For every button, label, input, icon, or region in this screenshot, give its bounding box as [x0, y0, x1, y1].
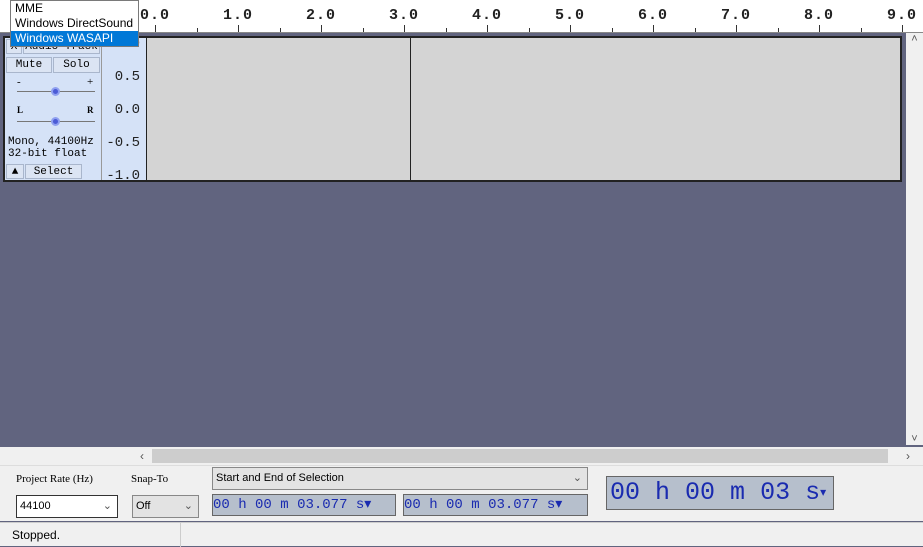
- amplitude-scale: 1.00.50.0-0.5-1.0: [102, 36, 147, 184]
- ruler-tick: [902, 25, 903, 32]
- ruler-tick: [777, 28, 779, 32]
- ruler-tick: [279, 28, 281, 32]
- ruler-label: 8.0: [804, 7, 835, 24]
- ruler-label: 5.0: [555, 7, 586, 24]
- pan-left-label: L: [17, 105, 24, 115]
- ruler-label: 7.0: [721, 7, 752, 24]
- pan-slider[interactable]: [17, 117, 95, 126]
- menu-item[interactable]: Windows WASAPI: [11, 31, 138, 46]
- selection-toolbar: Project Rate (Hz) Snap-To 44100 ⌄ Off ⌄ St…: [0, 465, 923, 521]
- ruler-tick: [570, 25, 571, 32]
- audio-track: X Audio Track Mute Solo - + L R Mono, 44…: [3, 36, 902, 184]
- menu-item[interactable]: MME: [11, 1, 138, 16]
- select-track-button[interactable]: Select: [25, 164, 82, 179]
- ruler-tick: [611, 28, 613, 32]
- ruler-tick: [528, 28, 530, 32]
- ruler-tick: [321, 25, 322, 32]
- ruler-tick: [362, 28, 364, 32]
- pan-right-label: R: [87, 105, 94, 115]
- track-sample-format: 32-bit float: [8, 148, 88, 160]
- ruler-tick: [196, 28, 198, 32]
- ruler-tick: [860, 28, 862, 32]
- amplitude-label: 0.5: [114, 69, 140, 85]
- project-rate-select[interactable]: 44100 ⌄: [16, 495, 118, 518]
- gain-minus-label: -: [17, 76, 21, 88]
- ruler-tick: [694, 28, 696, 32]
- ruler-label: 1.0: [223, 7, 254, 24]
- pan-slider-knob[interactable]: [51, 117, 60, 126]
- scroll-left-icon[interactable]: ‹: [140, 449, 144, 463]
- scroll-right-icon[interactable]: ›: [906, 449, 910, 463]
- ruler-label: 9.0: [887, 7, 918, 24]
- gain-slider[interactable]: [17, 87, 95, 96]
- ruler-label: 2.0: [306, 7, 337, 24]
- ruler-label: 4.0: [472, 7, 503, 24]
- ruler-tick: [487, 25, 488, 32]
- amplitude-label: -0.5: [106, 135, 140, 151]
- ruler-tick: [653, 25, 654, 32]
- status-text: Stopped.: [12, 528, 61, 542]
- mute-button[interactable]: Mute: [6, 57, 52, 73]
- horizontal-scrollbar[interactable]: ‹ ›: [0, 447, 923, 465]
- solo-button[interactable]: Solo: [53, 57, 100, 73]
- selection-end-time[interactable]: 00 h 00 m 03.077 s▾: [403, 494, 588, 516]
- ruler-label: 0.0: [140, 7, 171, 24]
- playback-cursor: [410, 38, 412, 180]
- ruler-label: 3.0: [389, 7, 420, 24]
- ruler-tick: [404, 25, 405, 32]
- gain-plus-label: +: [87, 76, 94, 88]
- ruler-tick: [155, 25, 156, 32]
- snap-to-label: Snap-To: [131, 473, 169, 485]
- ruler-tick: [819, 25, 820, 32]
- track-format-info: Mono, 44100Hz: [8, 136, 94, 148]
- collapse-track-button[interactable]: ▲: [6, 164, 24, 179]
- amplitude-label: 0.0: [114, 102, 140, 118]
- menu-item[interactable]: Windows DirectSound: [11, 16, 138, 31]
- scrollbar-thumb[interactable]: [152, 449, 888, 463]
- audio-host-dropdown[interactable]: MME Windows DirectSound Windows WASAPI: [10, 0, 139, 47]
- ruler-tick: [736, 25, 737, 32]
- ruler-label: 6.0: [638, 7, 669, 24]
- selection-start-time[interactable]: 00 h 00 m 03.077 s▾: [212, 494, 396, 516]
- track-control-panel: X Audio Track Mute Solo - + L R Mono, 44…: [5, 38, 102, 180]
- ruler-tick: [445, 28, 447, 32]
- status-bar: Stopped.: [0, 522, 923, 547]
- gain-slider-knob[interactable]: [51, 87, 60, 96]
- amplitude-label: -1.0: [106, 168, 140, 184]
- vertical-scrollbar[interactable]: ˄ ˅: [906, 33, 923, 445]
- snap-to-select[interactable]: Off ⌄: [132, 495, 199, 518]
- project-rate-label: Project Rate (Hz): [16, 473, 93, 485]
- ruler-tick: [238, 25, 239, 32]
- audio-position-time[interactable]: 00 h 00 m 03 s▾: [606, 476, 834, 510]
- selection-mode-select[interactable]: Start and End of Selection ⌄: [212, 467, 588, 490]
